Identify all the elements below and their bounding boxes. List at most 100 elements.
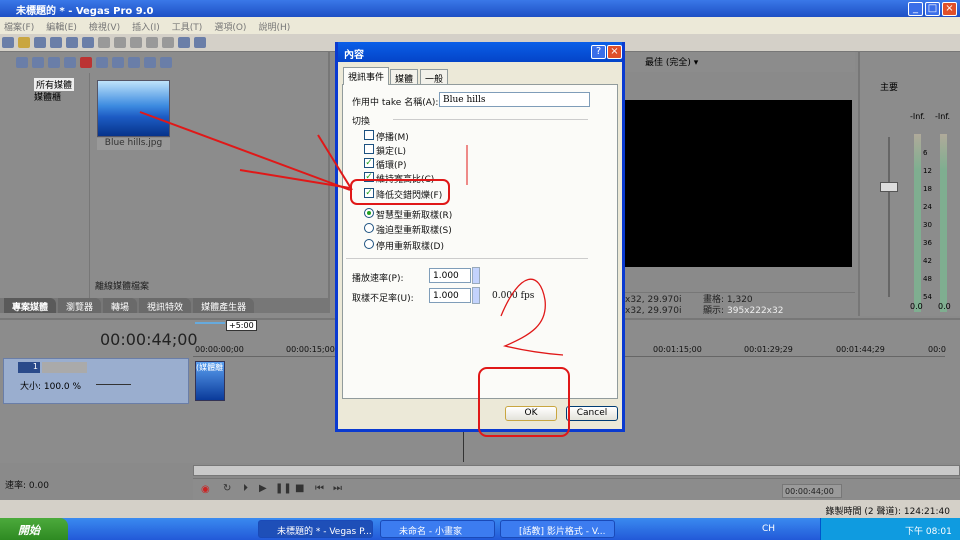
- track-size-label: 大小: 100.0 %: [20, 382, 82, 392]
- tab-media-generators[interactable]: 媒體產生器: [193, 298, 255, 313]
- open-icon[interactable]: [18, 37, 30, 48]
- master-bus-title: 主要: [880, 83, 899, 93]
- task-browser[interactable]: [話教] 影片格式 - V...: [500, 520, 615, 538]
- undersample-rate-input[interactable]: 1.000: [429, 288, 471, 303]
- reduce-interlace-flicker-checkbox[interactable]: ✓: [364, 188, 374, 198]
- ok-button[interactable]: OK: [505, 406, 557, 421]
- close-button[interactable]: ×: [942, 2, 957, 16]
- paste-icon[interactable]: [130, 37, 142, 48]
- play-icon[interactable]: ▶: [259, 483, 267, 494]
- menu-help[interactable]: 說明(H): [258, 20, 290, 33]
- tab-transitions[interactable]: 轉場: [103, 298, 138, 313]
- disable-resample-label: 停用重新取樣(D): [376, 242, 444, 252]
- media-thumbnail[interactable]: [97, 80, 170, 137]
- save-icon[interactable]: [34, 37, 46, 48]
- tab-video-fx[interactable]: 視訊特效: [139, 298, 192, 313]
- menu-view[interactable]: 檢視(V): [89, 20, 120, 33]
- frame-label: 畫格: 1,320: [703, 295, 753, 305]
- language-indicator[interactable]: CH: [762, 524, 775, 534]
- clock: 下午 08:01: [905, 527, 952, 537]
- menu-options[interactable]: 選項(O): [214, 20, 246, 33]
- help-button[interactable]: ?: [591, 45, 606, 59]
- window-title: 未標題的 * - Vegas Pro 9.0: [16, 6, 154, 17]
- go-to-end-icon[interactable]: ⏭: [333, 483, 342, 494]
- delete-icon[interactable]: [80, 57, 92, 68]
- search-icon[interactable]: [160, 57, 172, 68]
- menu-tools[interactable]: 工具(T): [172, 20, 203, 33]
- disable-resample-radio[interactable]: [364, 239, 374, 249]
- meter-right: [940, 134, 947, 312]
- record-icon[interactable]: ◉: [201, 484, 210, 495]
- media-properties-icon[interactable]: [96, 57, 108, 68]
- cancel-button[interactable]: Cancel: [566, 406, 618, 421]
- video-preview: [625, 100, 852, 267]
- new-icon[interactable]: [2, 37, 14, 48]
- refresh-icon[interactable]: [64, 57, 76, 68]
- render-icon[interactable]: [66, 37, 78, 48]
- preview-info: x32, 29.970i x32, 29.970i 畫格: 1,320 顯示: …: [625, 292, 855, 316]
- mute-label: 停播(M): [376, 133, 409, 143]
- peak-right: -Inf.: [935, 112, 951, 121]
- dialog-close-button[interactable]: ×: [607, 45, 622, 59]
- tab-general[interactable]: 一般: [420, 69, 449, 85]
- start-button[interactable]: 開始: [0, 518, 68, 540]
- switches-label: 切換: [352, 117, 371, 127]
- menu-file[interactable]: 檔案(F): [4, 20, 34, 33]
- loop-checkbox[interactable]: ✓: [364, 158, 374, 168]
- properties-icon[interactable]: [82, 37, 94, 48]
- tab-video-event[interactable]: 視訊事件: [343, 67, 390, 85]
- lock-label: 鎖定(L): [376, 147, 407, 157]
- loop-icon[interactable]: ↻: [223, 483, 231, 494]
- maintain-aspect-label: 維持寬高比(C): [376, 175, 435, 185]
- import-icon[interactable]: [48, 57, 60, 68]
- volume-fader-handle[interactable]: [880, 182, 898, 192]
- menu-edit[interactable]: 編輯(E): [46, 20, 77, 33]
- play-icon[interactable]: [112, 57, 124, 68]
- task-vegas[interactable]: 未標題的 * - Vegas P...: [258, 520, 373, 538]
- tab-explorer[interactable]: 瀏覽器: [58, 298, 102, 313]
- get-media-icon[interactable]: [16, 57, 28, 68]
- playback-rate-input[interactable]: 1.000: [429, 268, 471, 283]
- video-track-header[interactable]: 1 大小: 100.0 %: [3, 358, 189, 404]
- tab-media[interactable]: 媒體: [390, 69, 419, 85]
- maintain-aspect-checkbox[interactable]: ✓: [364, 172, 374, 182]
- maximize-button[interactable]: □: [925, 2, 940, 16]
- minimize-button[interactable]: _: [908, 2, 923, 16]
- views-icon[interactable]: [144, 57, 156, 68]
- play-from-start-icon[interactable]: ⏵: [243, 483, 248, 494]
- smart-resample-radio[interactable]: [364, 208, 374, 218]
- take-name-input[interactable]: Blue hills: [439, 92, 590, 107]
- dialog-title-bar: 內容: [338, 42, 622, 62]
- media-name: Blue hills.jpg: [97, 138, 170, 150]
- go-to-start-icon[interactable]: ⏮: [315, 483, 324, 494]
- preview-quality-dropdown[interactable]: 最佳 (完全): [645, 58, 691, 68]
- pause-icon[interactable]: ❚❚: [275, 483, 292, 494]
- undersample-rate-spinner[interactable]: [472, 287, 480, 304]
- lock-checkbox[interactable]: [364, 144, 374, 154]
- zoom-bar[interactable]: [195, 322, 225, 324]
- video-clip[interactable]: (媒體離: [195, 361, 225, 401]
- undo-icon[interactable]: [146, 37, 158, 48]
- task-paint[interactable]: 未命名 - 小畫家: [380, 520, 495, 538]
- cut-icon[interactable]: [98, 37, 110, 48]
- tree-item-media-bins[interactable]: 媒體櫃: [34, 90, 61, 103]
- mute-checkbox[interactable]: [364, 130, 374, 140]
- stop-icon[interactable]: [128, 57, 140, 68]
- menu-insert[interactable]: 插入(I): [132, 20, 160, 33]
- composite-slider[interactable]: [96, 384, 131, 385]
- display-label: 顯示:: [703, 306, 725, 316]
- stop-icon[interactable]: ■: [295, 483, 304, 494]
- playback-rate-spinner[interactable]: [472, 267, 480, 284]
- save-as-icon[interactable]: [50, 37, 62, 48]
- copy-icon[interactable]: [114, 37, 126, 48]
- status-bar: [0, 500, 960, 518]
- capture-icon[interactable]: [32, 57, 44, 68]
- track-name-field[interactable]: [42, 362, 87, 373]
- auto-ripple-icon[interactable]: [194, 37, 206, 48]
- tab-project-media[interactable]: 專案媒體: [4, 298, 57, 313]
- force-resample-radio[interactable]: [364, 223, 374, 233]
- timeline-scrollbar[interactable]: [193, 465, 960, 476]
- redo-icon[interactable]: [162, 37, 174, 48]
- snap-icon[interactable]: [178, 37, 190, 48]
- cursor-position[interactable]: 00:00:44;00: [782, 484, 842, 498]
